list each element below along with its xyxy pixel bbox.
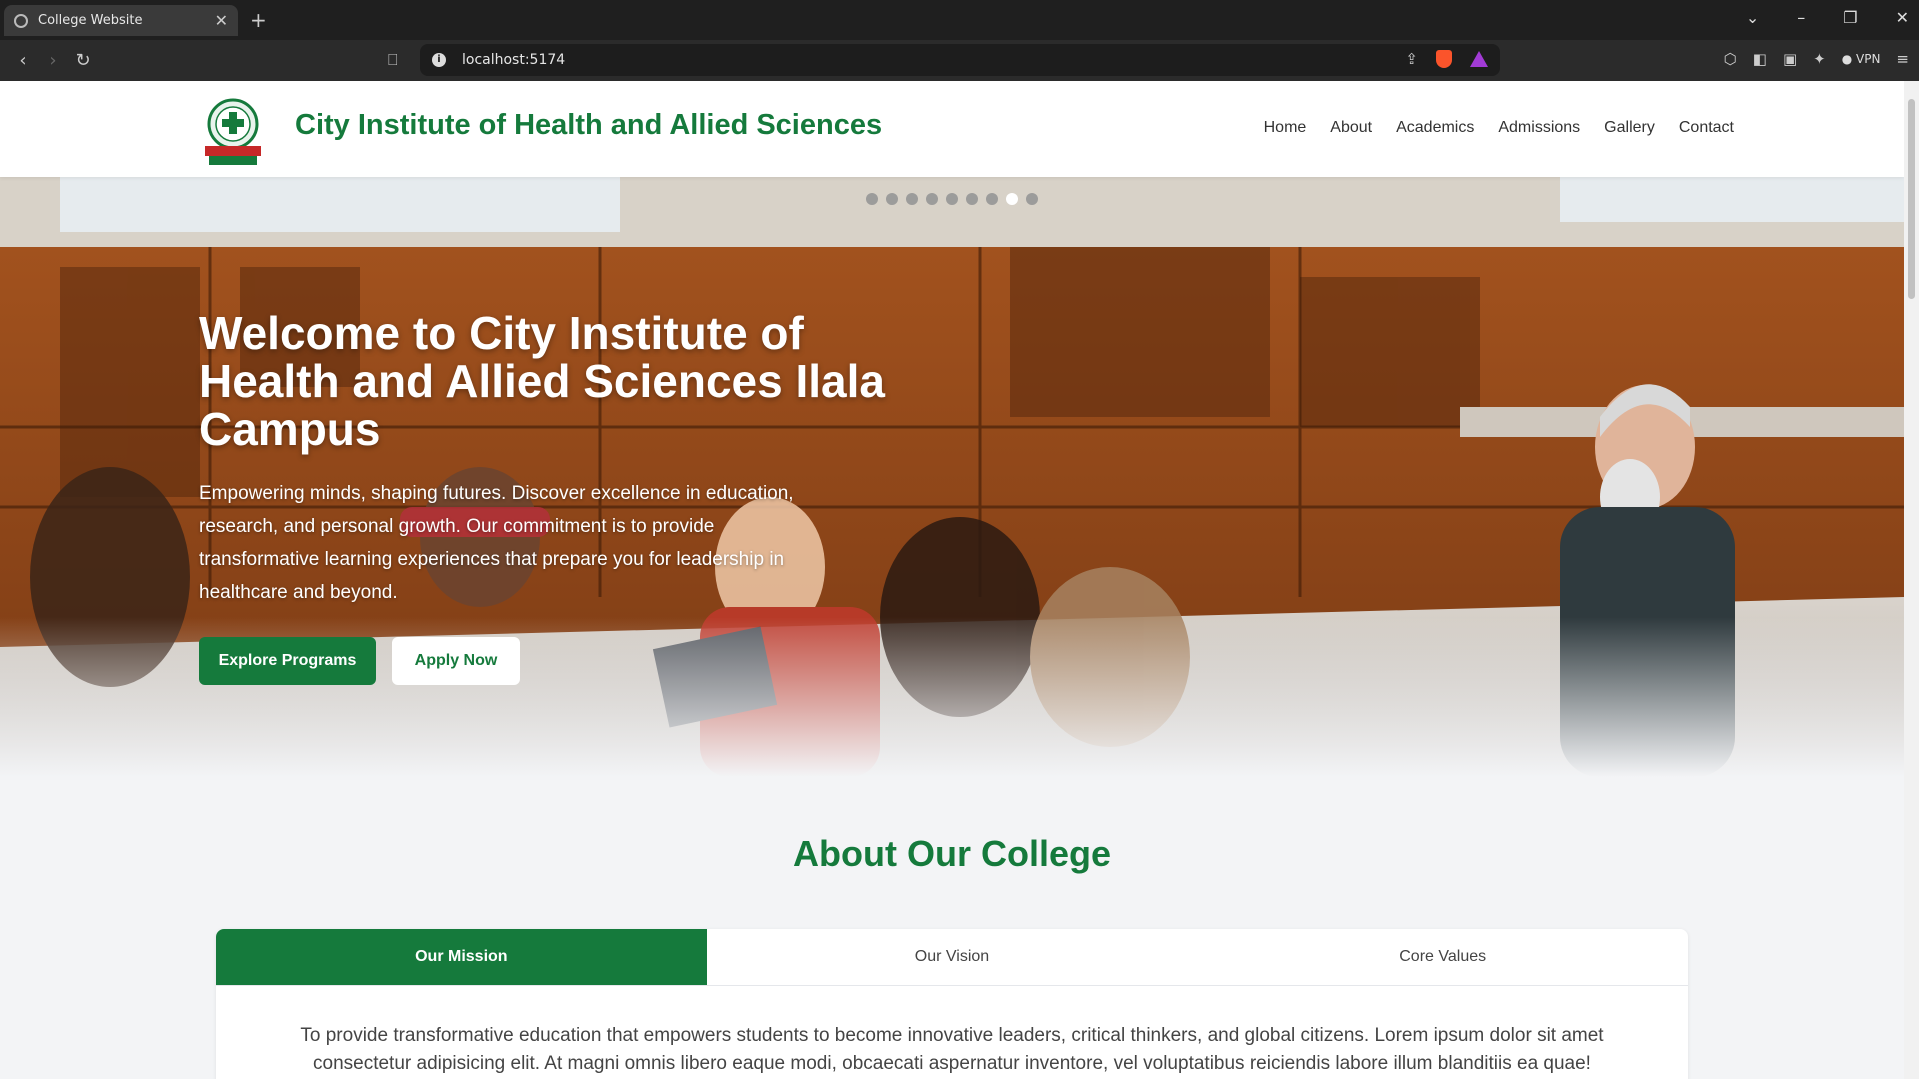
carousel-dot[interactable] <box>946 193 958 205</box>
carousel-dot[interactable] <box>866 193 878 205</box>
site-info-icon[interactable]: i <box>432 53 446 67</box>
brave-rewards-icon[interactable] <box>1470 51 1488 67</box>
apply-now-button[interactable]: Apply Now <box>392 637 520 685</box>
tab-search-icon[interactable]: ⌄ <box>1746 8 1759 27</box>
sidebar-icon[interactable]: ◧ <box>1753 50 1767 68</box>
college-logo[interactable] <box>203 98 263 166</box>
carousel-dot[interactable] <box>986 193 998 205</box>
brave-shields-icon[interactable] <box>1436 50 1452 68</box>
address-bar[interactable]: i localhost:5174 ⇪ <box>420 44 1500 76</box>
explore-programs-button[interactable]: Explore Programs <box>199 637 376 685</box>
carousel-dot[interactable] <box>1026 193 1038 205</box>
browser-tab[interactable]: College Website ✕ <box>4 5 238 36</box>
tab-our-vision[interactable]: Our Vision <box>707 929 1198 985</box>
toolbar-right: ⬡ ◧ ▣ ✦ ● VPN ≡ <box>1724 50 1909 68</box>
nav-gallery[interactable]: Gallery <box>1604 119 1655 137</box>
mission-text: To provide transformative education that… <box>300 1025 1604 1074</box>
window-controls: ⌄ – ❐ ✕ <box>1746 8 1909 27</box>
nav-contact[interactable]: Contact <box>1679 119 1734 137</box>
page-scrollbar[interactable] <box>1904 81 1919 1079</box>
tab-core-values[interactable]: Core Values <box>1197 929 1688 985</box>
nav-about[interactable]: About <box>1330 119 1372 137</box>
restore-icon[interactable]: ❐ <box>1843 8 1857 27</box>
tab-our-mission[interactable]: Our Mission <box>216 929 707 985</box>
vpn-button[interactable]: ● VPN <box>1842 52 1881 66</box>
site-header: City Institute of Health and Allied Scie… <box>0 81 1904 177</box>
carousel-dot[interactable] <box>966 193 978 205</box>
browser-tabbar: College Website ✕ + ⌄ – ❐ ✕ <box>0 0 1919 40</box>
brand-title[interactable]: City Institute of Health and Allied Scie… <box>295 109 882 142</box>
nav-admissions[interactable]: Admissions <box>1498 119 1580 137</box>
share-icon[interactable]: ⇪ <box>1405 50 1418 68</box>
back-icon[interactable]: ‹ <box>8 50 38 71</box>
hero-description: Empowering minds, shaping futures. Disco… <box>199 483 794 603</box>
tab-title: College Website <box>38 13 143 28</box>
bookmark-icon[interactable]: ⎕ <box>388 50 398 70</box>
nav-home[interactable]: Home <box>1264 119 1307 137</box>
new-tab-icon[interactable]: + <box>250 8 267 32</box>
page-viewport: City Institute of Health and Allied Scie… <box>0 81 1904 1079</box>
browser-toolbar: ‹ › ↻ ⎕ i localhost:5174 ⇪ ⬡ ◧ ▣ ✦ ● VPN… <box>0 40 1919 81</box>
wallet-icon[interactable]: ▣ <box>1783 50 1797 68</box>
extensions-icon[interactable]: ⬡ <box>1724 50 1737 68</box>
hero-title: Welcome to City Institute of Health and … <box>199 307 886 455</box>
reload-icon[interactable]: ↻ <box>68 50 98 71</box>
menu-icon[interactable]: ≡ <box>1896 50 1909 68</box>
carousel-dot[interactable] <box>906 193 918 205</box>
leo-ai-icon[interactable]: ✦ <box>1813 50 1826 68</box>
about-section-title: About Our College <box>793 833 1111 874</box>
about-tabs: Our Mission Our Vision Core Values <box>216 929 1688 986</box>
minimize-icon[interactable]: – <box>1797 8 1805 27</box>
carousel-dot[interactable] <box>886 193 898 205</box>
close-window-icon[interactable]: ✕ <box>1896 8 1909 27</box>
url-text[interactable]: localhost:5174 <box>462 52 565 68</box>
carousel-dot[interactable] <box>1006 193 1018 205</box>
globe-icon <box>14 13 28 28</box>
about-tabs-card: Our Mission Our Vision Core Values To pr… <box>216 929 1688 1079</box>
main-nav: Home About Academics Admissions Gallery … <box>1264 119 1734 137</box>
carousel-dot[interactable] <box>926 193 938 205</box>
hero-carousel: Welcome to City Institute of Health and … <box>0 177 1904 777</box>
nav-academics[interactable]: Academics <box>1396 119 1474 137</box>
carousel-indicators <box>866 193 1038 205</box>
close-tab-icon[interactable]: ✕ <box>215 11 228 30</box>
forward-icon[interactable]: › <box>38 50 68 71</box>
scrollbar-thumb[interactable] <box>1908 99 1915 299</box>
